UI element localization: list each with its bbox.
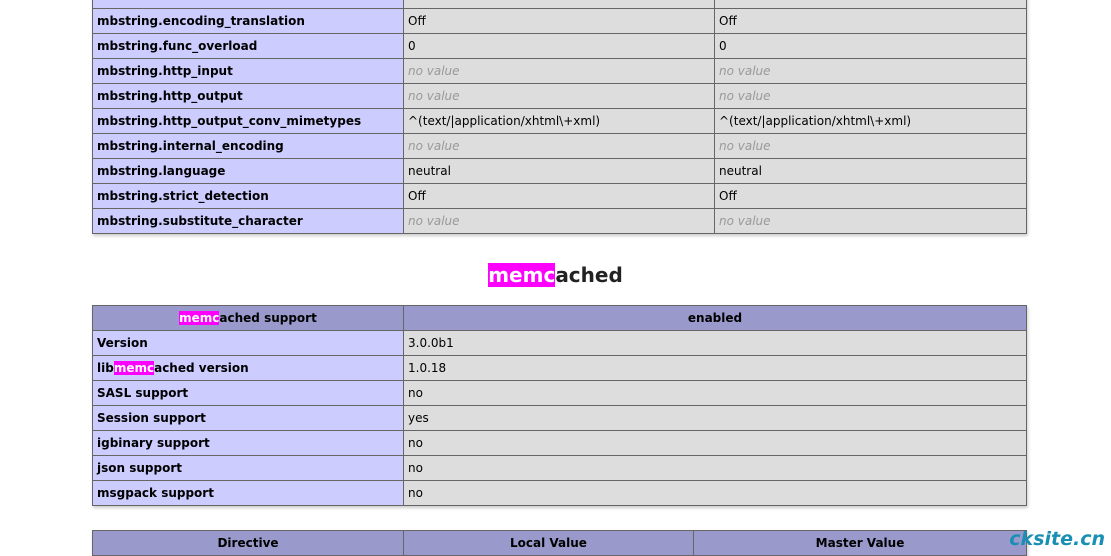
local-value: neutral [403,158,715,184]
info-name: msgpack support [92,480,404,506]
no-value-text: no value [408,139,460,153]
local-value: ^(text/|application/xhtml\+xml) [403,108,715,134]
table-header-row: memcached support enabled [92,305,1027,331]
table-row: msgpack support no [92,480,1027,506]
table-row: mbstring.language neutral neutral [92,158,1027,184]
table-row: Version 3.0.0b1 [92,330,1027,356]
info-name: igbinary support [92,430,404,456]
no-value-text: no value [719,214,771,228]
info-name-suffix: ached version [154,361,249,375]
table-row: mbstring.http_input no value no value [92,58,1027,84]
info-value: yes [403,405,1027,431]
master-value [714,0,1027,9]
info-value: no [403,455,1027,481]
directive-name: mbstring.strict_detection [92,183,404,209]
section-title-rest: ached [555,263,623,287]
local-value-header: Local Value [403,530,694,556]
master-value: neutral [714,158,1027,184]
watermark: cksite.cn [1009,528,1105,550]
info-name: libmemcached version [92,355,404,381]
no-value-text: no value [719,64,771,78]
info-name: json support [92,455,404,481]
local-value: no value [403,133,715,159]
directive-name: mbstring.internal_encoding [92,133,404,159]
table-row: mbstring.substitute_character no value n… [92,208,1027,234]
directive-name: mbstring.http_output_conv_mimetypes [92,108,404,134]
table-row [92,0,1027,9]
support-status: enabled [403,305,1027,331]
master-value: Off [714,183,1027,209]
info-name-prefix: lib [97,361,114,375]
master-value: Off [714,8,1027,34]
directive-name: mbstring.http_input [92,58,404,84]
table-row: mbstring.http_output_conv_mimetypes ^(te… [92,108,1027,134]
local-value: Off [403,8,715,34]
directive-name: mbstring.language [92,158,404,184]
no-value-text: no value [408,89,460,103]
table-row: libmemcached version 1.0.18 [92,355,1027,381]
master-value: no value [714,208,1027,234]
local-value: 0 [403,33,715,59]
local-value: no value [403,58,715,84]
mbstring-directives-body: mbstring.encoding_translation Off Off mb… [92,0,1027,234]
info-value: no [403,380,1027,406]
info-name: Version [92,330,404,356]
memcached-directives-body: Directive Local Value Master Value [92,530,1027,556]
search-highlight: memc [113,361,155,375]
master-value: no value [714,83,1027,109]
info-value: 1.0.18 [403,355,1027,381]
section-title-memcached: memcached [0,262,1111,288]
table-row: mbstring.func_overload 0 0 [92,33,1027,59]
table-row: mbstring.internal_encoding no value no v… [92,133,1027,159]
master-value: ^(text/|application/xhtml\+xml) [714,108,1027,134]
table-row: igbinary support no [92,430,1027,456]
info-name: Session support [92,405,404,431]
memcached-info-table: memcached support enabled Version 3.0.0b… [92,305,1027,506]
directive-name: mbstring.func_overload [92,33,404,59]
local-value: Off [403,183,715,209]
directive-name [92,0,404,9]
support-header: memcached support [92,305,404,331]
search-highlight: memc [179,311,220,325]
search-highlight: memc [488,263,556,287]
table-row: json support no [92,455,1027,481]
master-value: 0 [714,33,1027,59]
master-value: no value [714,58,1027,84]
directive-header: Directive [92,530,404,556]
info-name: SASL support [92,380,404,406]
master-value-header: Master Value [693,530,1027,556]
memcached-directives-table: Directive Local Value Master Value [92,530,1027,556]
table-header-row: Directive Local Value Master Value [92,530,1027,556]
local-value [403,0,715,9]
mbstring-directives-table: mbstring.encoding_translation Off Off mb… [92,0,1027,234]
info-value: no [403,480,1027,506]
table-row: Session support yes [92,405,1027,431]
directive-name: mbstring.substitute_character [92,208,404,234]
no-value-text: no value [719,89,771,103]
table-row: mbstring.strict_detection Off Off [92,183,1027,209]
info-value: no [403,430,1027,456]
local-value: no value [403,83,715,109]
directive-name: mbstring.http_output [92,83,404,109]
table-row: mbstring.http_output no value no value [92,83,1027,109]
master-value: no value [714,133,1027,159]
local-value: no value [403,208,715,234]
table-row: SASL support no [92,380,1027,406]
no-value-text: no value [719,139,771,153]
directive-name: mbstring.encoding_translation [92,8,404,34]
table-row: mbstring.encoding_translation Off Off [92,8,1027,34]
memcached-info-body: memcached support enabled Version 3.0.0b… [92,305,1027,506]
info-value: 3.0.0b1 [403,330,1027,356]
no-value-text: no value [408,214,460,228]
no-value-text: no value [408,64,460,78]
support-header-rest: ached support [219,311,317,325]
